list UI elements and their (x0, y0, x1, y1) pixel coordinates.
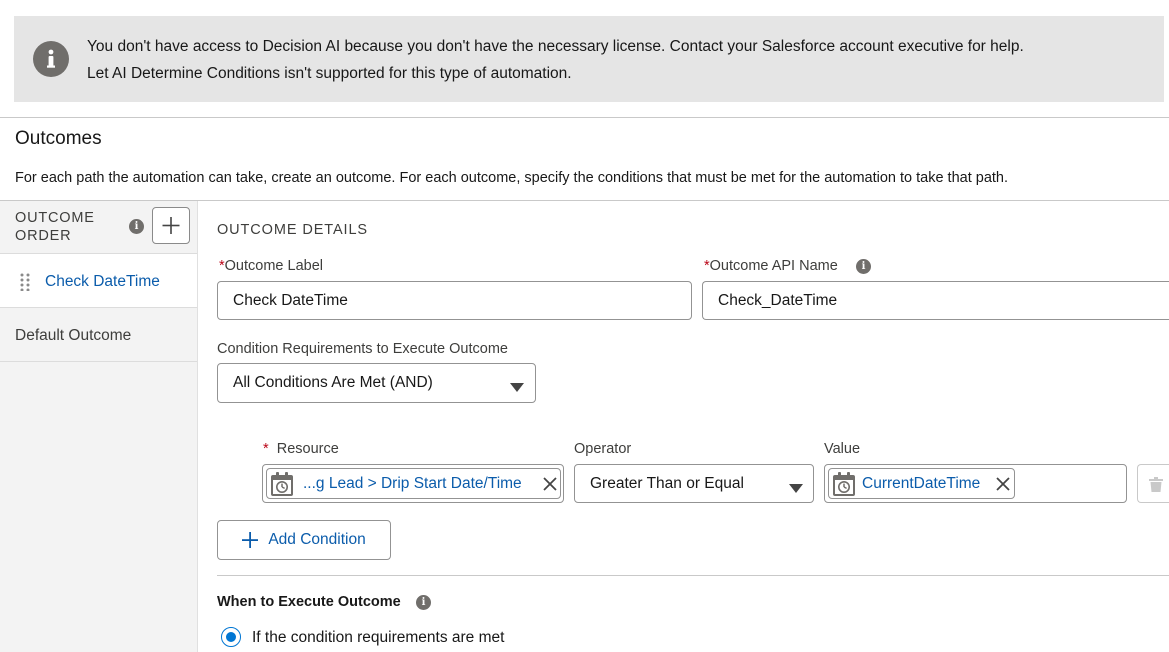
value-field[interactable]: CurrentDateTime (824, 464, 1127, 503)
chevron-down-icon (789, 480, 803, 498)
outcome-label-input[interactable]: Check DateTime (217, 281, 692, 320)
when-to-execute-label: When to Execute Outcome (217, 594, 401, 610)
add-condition-button[interactable]: Add Condition (217, 520, 391, 560)
radio-selected-dot (226, 632, 236, 642)
sidebar-item-check-datetime[interactable]: Check DateTime (0, 253, 197, 307)
resource-value: ...g Lead > Drip Start Date/Time (303, 475, 522, 492)
info-icon[interactable]: i (416, 595, 431, 610)
outcome-order-heading: OUTCOME ORDER (15, 210, 95, 244)
outcomes-description: For each path the automation can take, c… (15, 170, 1009, 186)
info-icon (33, 41, 69, 77)
radio-condition-met-label: If the condition requirements are met (252, 629, 505, 646)
value-label: Value (824, 441, 861, 457)
condition-requirements-label: Condition Requirements to Execute Outcom… (217, 341, 508, 357)
license-banner (14, 16, 1164, 102)
resource-label: * Resource (263, 441, 339, 457)
divider (0, 117, 1169, 118)
delete-condition-button[interactable] (1137, 464, 1169, 503)
outcome-label-label: *Outcome Label (219, 258, 323, 274)
operator-select[interactable]: Greater Than or Equal (574, 464, 814, 503)
banner-message-line2: Let AI Determine Conditions isn't suppor… (87, 65, 572, 82)
condition-requirements-select[interactable]: All Conditions Are Met (AND) (217, 363, 536, 403)
sidebar-item-default-outcome[interactable]: Default Outcome (0, 307, 197, 362)
divider (217, 575, 1169, 576)
plus-icon (242, 532, 259, 548)
resource-pill[interactable]: ...g Lead > Drip Start Date/Time (266, 468, 561, 499)
value-pill[interactable]: CurrentDateTime (828, 468, 1015, 499)
close-icon[interactable] (543, 477, 557, 496)
page-title: Outcomes (15, 128, 102, 149)
close-icon[interactable] (996, 477, 1010, 496)
operator-label: Operator (574, 441, 632, 457)
outcome-api-name-label: *Outcome API Name (704, 258, 838, 274)
sidebar-item-label: Check DateTime (45, 273, 160, 290)
add-outcome-button[interactable] (152, 207, 190, 244)
outcome-api-name-input[interactable]: Check_DateTime (702, 281, 1169, 320)
plus-icon (162, 217, 180, 234)
banner-message-line1: You don't have access to Decision AI bec… (87, 38, 1024, 55)
resource-field[interactable]: ...g Lead > Drip Start Date/Time (262, 464, 564, 503)
info-icon[interactable]: i (129, 219, 144, 234)
outcome-details-heading: OUTCOME DETAILS (217, 222, 368, 238)
calendar-icon (270, 472, 294, 497)
calendar-icon (832, 472, 856, 497)
trash-icon (1149, 477, 1163, 497)
chevron-down-icon (510, 379, 524, 397)
value-value: CurrentDateTime (862, 475, 981, 492)
info-icon[interactable]: i (856, 259, 871, 274)
drag-handle-icon[interactable] (20, 273, 30, 296)
sidebar-item-label: Default Outcome (15, 327, 132, 344)
